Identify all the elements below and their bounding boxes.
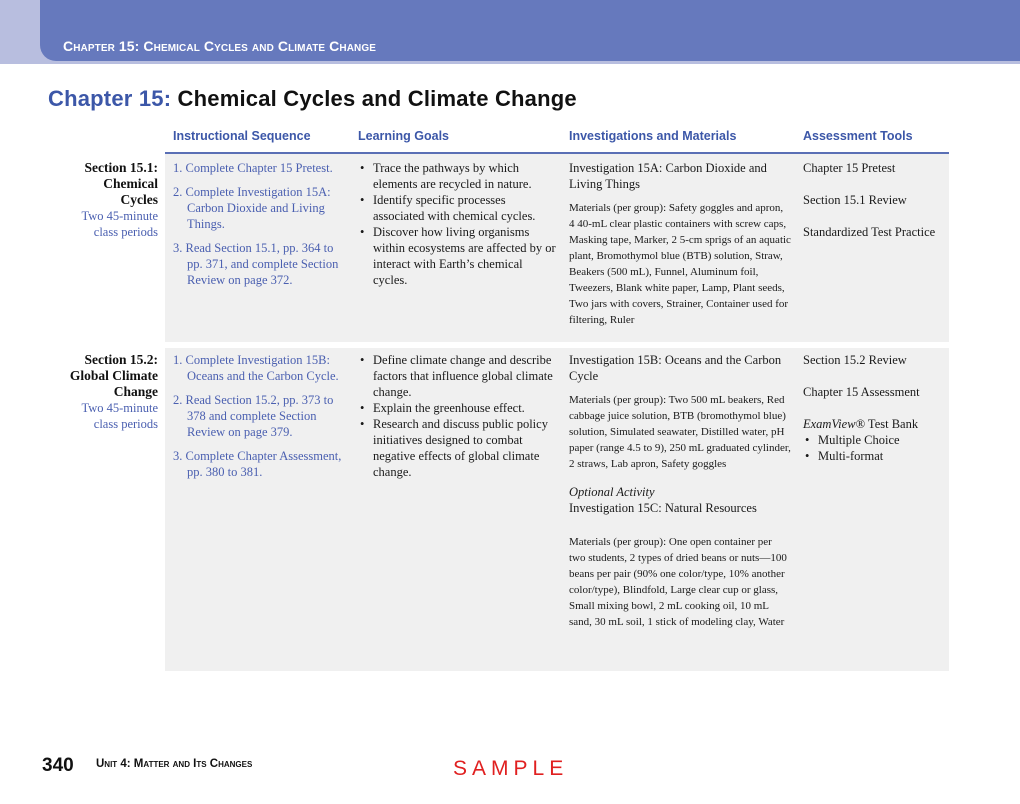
section-title-line: Section 15.2: (84, 352, 159, 367)
section-15-1-label: Section 15.1: Chemical Cycles Two 45-min… (40, 160, 158, 240)
investigation-title: Investigation 15A: Carbon Dioxide and Li… (569, 161, 767, 191)
examview-item: Multiple Choice (803, 432, 943, 448)
running-header-title: Chapter 15: Chemical Cycles and Climate … (63, 38, 376, 54)
investigation-materials: Materials (per group): Safety goggles an… (569, 202, 791, 326)
goal-item: Identify specific processes associated w… (358, 192, 558, 224)
section-title-line: Global Climate (69, 368, 158, 383)
investigation-title: Investigation 15B: Oceans and the Carbon… (569, 353, 782, 383)
section-15-1-goals: Trace the pathways by which elements are… (358, 160, 558, 288)
section-15-2-investigation: Investigation 15B: Oceans and the Carbon… (569, 352, 791, 630)
examview-rest: Test Bank (865, 417, 919, 431)
section-15-2-assessment: Section 15.2 Review Chapter 15 Assessmen… (803, 352, 943, 464)
section-time-line: class periods (93, 417, 158, 431)
section-15-2-label: Section 15.2: Global Climate Change Two … (40, 352, 158, 432)
column-header-goals: Learning Goals (358, 129, 449, 143)
section-title-line: Section 15.1: (84, 160, 159, 175)
assessment-item: Chapter 15 Pretest (803, 161, 896, 175)
optional-investigation-title: Investigation 15C: Natural Resources (569, 501, 757, 515)
sequence-item: 2. Read Section 15.2, pp. 373 to 378 and… (173, 393, 334, 439)
section-title-line: Chemical (103, 176, 158, 191)
section-time-line: Two 45-minute (81, 209, 158, 223)
examview-brand: ExamView® (803, 417, 866, 431)
section-time-line: class periods (93, 225, 158, 239)
goal-item: Discover how living organisms within eco… (358, 224, 558, 288)
goal-item: Define climate change and describe facto… (358, 352, 558, 400)
section-15-1-assessment: Chapter 15 Pretest Section 15.1 Review S… (803, 160, 943, 256)
goal-item: Explain the greenhouse effect. (358, 400, 558, 416)
section-15-2-goals: Define climate change and describe facto… (358, 352, 558, 480)
sequence-item: 1. Complete Investigation 15B: Oceans an… (173, 353, 339, 383)
assessment-item: Section 15.2 Review (803, 353, 907, 367)
sample-watermark: SAMPLE (453, 757, 569, 780)
column-header-investigations: Investigations and Materials (569, 129, 737, 143)
sequence-item: 3. Read Section 15.1, pp. 364 to pp. 371… (173, 241, 339, 287)
assessment-item: Standardized Test Practice (803, 225, 936, 239)
examview-test-bank: ExamView® Test Bank (803, 416, 943, 432)
column-header-sequence: Instructional Sequence (173, 129, 311, 143)
column-header-assessment: Assessment Tools (803, 129, 913, 143)
optional-investigation-materials: Materials (per group): One open containe… (569, 536, 787, 628)
sequence-item: 2. Complete Investigation 15A: Carbon Di… (173, 185, 331, 231)
assessment-item: Chapter 15 Assessment (803, 385, 920, 399)
section-time-line: Two 45-minute (81, 401, 158, 415)
goal-item: Trace the pathways by which elements are… (358, 160, 558, 192)
section-15-2-sequence: 1. Complete Investigation 15B: Oceans an… (173, 352, 351, 488)
section-title-line: Change (113, 384, 158, 399)
section-15-1-investigation: Investigation 15A: Carbon Dioxide and Li… (569, 160, 791, 328)
investigation-materials: Materials (per group): Two 500 mL beaker… (569, 394, 791, 470)
footer-unit-title: Unit 4: Matter and Its Changes (96, 758, 253, 770)
goal-item: Research and discuss public policy initi… (358, 416, 558, 480)
sequence-item: 3. Complete Chapter Assessment, pp. 380 … (173, 449, 342, 479)
chapter-label: Chapter 15: (48, 86, 172, 111)
section-title-line: Cycles (120, 192, 159, 207)
page-number: 340 (42, 755, 74, 776)
examview-item: Multi-format (803, 448, 943, 464)
section-15-1-sequence: 1. Complete Chapter 15 Pretest. 2. Compl… (173, 160, 351, 296)
chapter-name: Chemical Cycles and Climate Change (177, 86, 577, 111)
page-title: Chapter 15: Chemical Cycles and Climate … (48, 86, 577, 112)
assessment-item: Section 15.1 Review (803, 193, 907, 207)
optional-activity-label: Optional Activity (569, 485, 655, 499)
sequence-item: 1. Complete Chapter 15 Pretest. (173, 161, 333, 175)
